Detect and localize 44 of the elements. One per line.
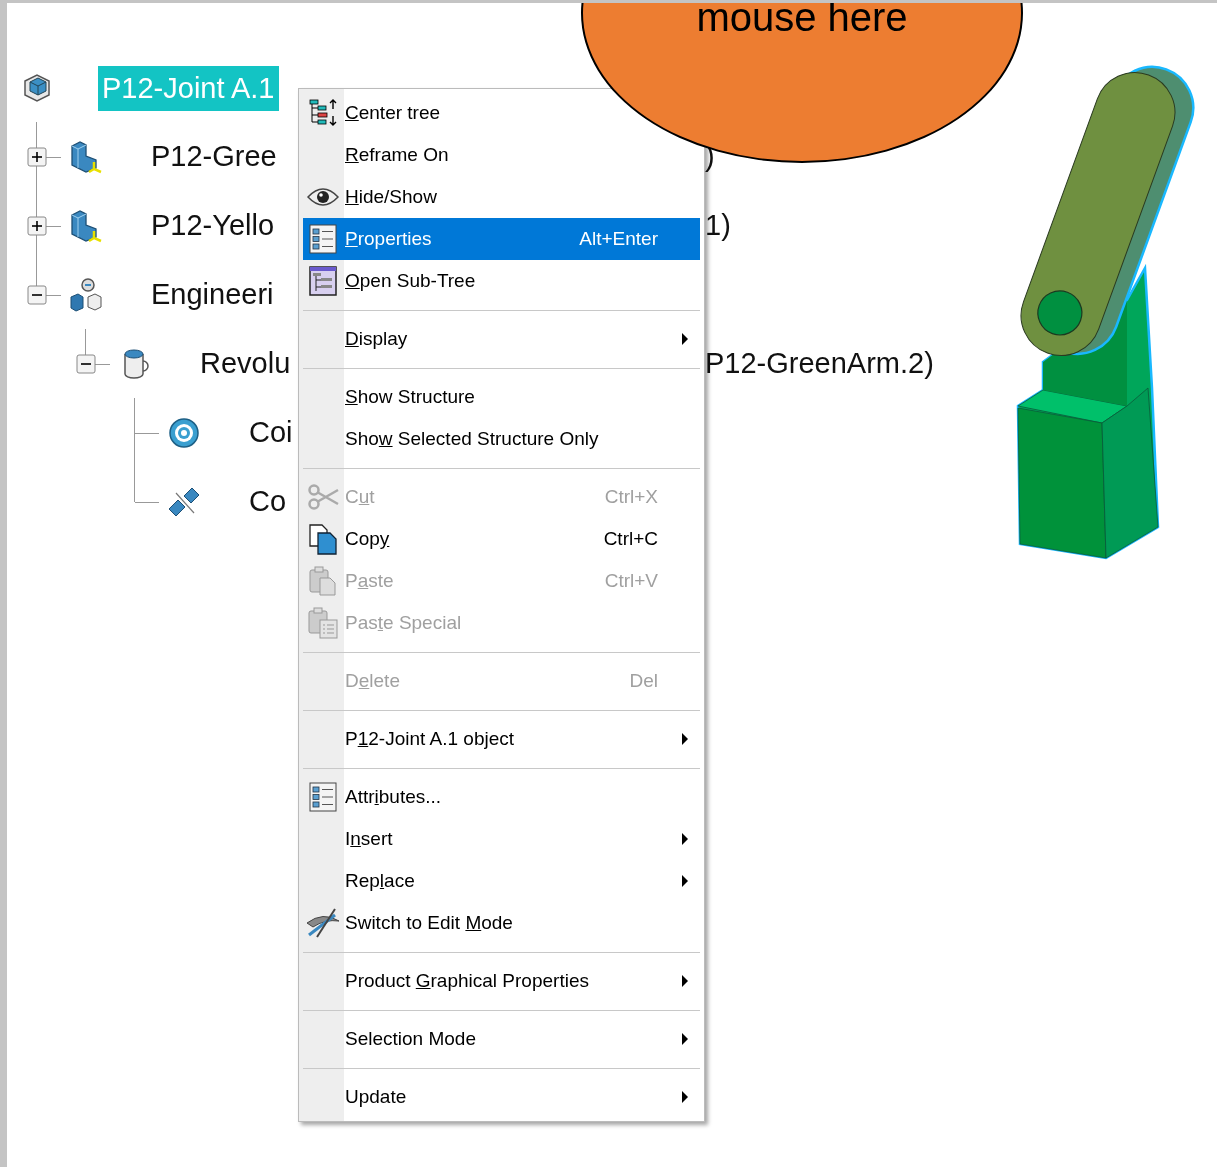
tree-item[interactable]: P12-Yello	[147, 203, 279, 248]
menu-item[interactable]: Properties Alt+Enter	[303, 218, 700, 260]
copy-icon	[308, 523, 338, 555]
tree-item[interactable]: Coi	[245, 410, 297, 455]
tree-item-text: 1)	[705, 209, 732, 242]
tree-item-text: P12-GreenArm.2)	[705, 347, 935, 380]
shortcut-text: Del	[629, 670, 658, 692]
tree-item[interactable]: Engineeri	[147, 272, 278, 317]
menu-item[interactable]: P12-Joint A.1 object	[303, 718, 700, 760]
menu-item[interactable]: Hide/Show	[303, 176, 700, 218]
tree-window-icon	[309, 266, 337, 296]
linked-parts-icon	[67, 276, 104, 313]
collapse-icon[interactable]	[75, 353, 96, 374]
menu-item[interactable]: Selection Mode	[303, 1018, 700, 1060]
menu-item[interactable]: Update	[303, 1076, 700, 1118]
menu-item[interactable]: Product Graphical Properties	[303, 960, 700, 1002]
menu-item[interactable]: Switch to Edit Mode	[303, 902, 700, 944]
shortcut-text: Ctrl+X	[604, 486, 658, 508]
list-icon	[309, 782, 337, 812]
tree-arrows-icon	[308, 98, 338, 128]
menu-item[interactable]: Show Structure	[303, 376, 700, 418]
list-icon	[309, 224, 337, 254]
menu-item[interactable]: Replace	[303, 860, 700, 902]
eye-icon	[307, 187, 339, 207]
expand-icon[interactable]	[26, 146, 47, 167]
shortcut-text: Ctrl+C	[603, 528, 658, 550]
collapse-icon[interactable]	[26, 284, 47, 305]
tree-item[interactable]: Revolu	[196, 341, 295, 386]
tree-item[interactable]: Co	[245, 479, 291, 524]
menu-item[interactable]: Insert	[303, 818, 700, 860]
menu-item[interactable]: Display	[303, 318, 700, 360]
scissors-icon	[307, 484, 339, 510]
shortcut-text: Ctrl+V	[604, 570, 658, 592]
clipboard-list-icon	[307, 606, 339, 640]
menu-item[interactable]: Show Selected Structure Only	[303, 418, 700, 460]
tree-item[interactable]: P12-Gree	[147, 134, 281, 179]
menu-item[interactable]: Open Sub-Tree	[303, 260, 700, 302]
menu-item[interactable]: Attributes...	[303, 776, 700, 818]
target-icon	[166, 415, 201, 450]
crossed-tool-icon	[305, 907, 341, 939]
clipboard-icon	[308, 565, 338, 597]
menu-item[interactable]: Copy Ctrl+C	[303, 518, 700, 560]
shortcut-text: Alt+Enter	[579, 228, 658, 250]
expand-icon[interactable]	[26, 215, 47, 236]
